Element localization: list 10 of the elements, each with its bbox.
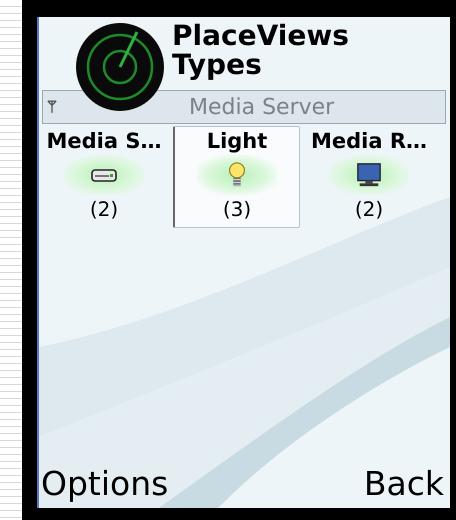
grid-item[interactable]: Media S… (2) <box>41 126 167 228</box>
monitor-icon <box>356 162 382 188</box>
signal-antenna-icon <box>47 100 57 114</box>
options-softkey[interactable]: Options <box>41 464 168 504</box>
grid-item[interactable]: Light (3) <box>173 126 300 228</box>
app-title: Types <box>172 50 262 79</box>
navigation-label: Media Server <box>189 94 334 120</box>
app-title: PlaceViews <box>172 21 349 50</box>
back-softkey[interactable]: Back <box>364 464 444 504</box>
grid-item[interactable]: Media R… (2) <box>306 126 432 228</box>
